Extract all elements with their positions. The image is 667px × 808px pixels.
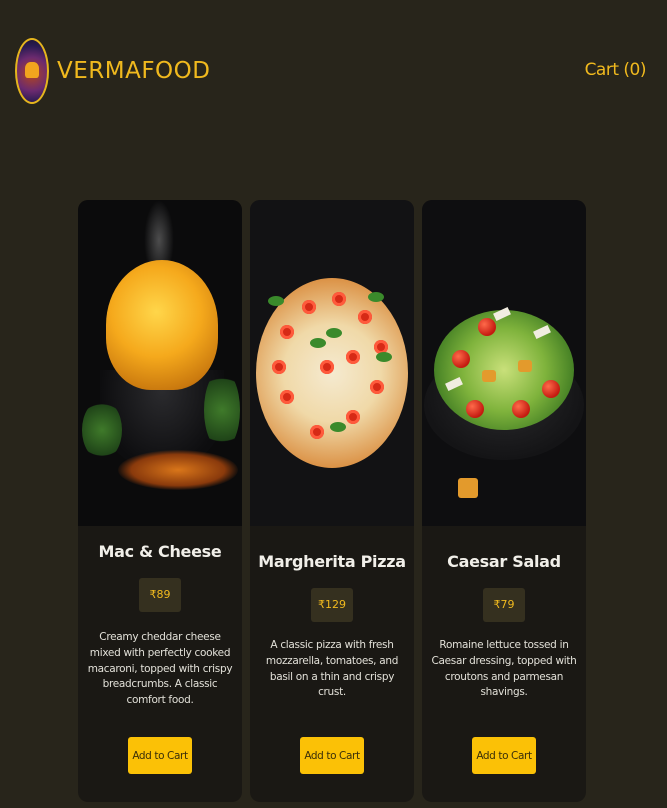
product-description: A classic pizza with fresh mozzarella, t… xyxy=(265,639,399,699)
product-price: ₹79 xyxy=(483,588,525,622)
product-description: Creamy cheddar cheese mixed with perfect… xyxy=(87,631,233,706)
brand-link[interactable]: VERMAFOOD xyxy=(15,38,210,104)
product-image-caesar-salad xyxy=(422,200,586,526)
cart-link[interactable]: Cart (0) xyxy=(585,60,647,80)
product-title: Margherita Pizza xyxy=(258,552,406,571)
product-title: Mac & Cheese xyxy=(98,542,222,561)
product-card: Margherita Pizza ₹129 A classic pizza wi… xyxy=(250,200,414,802)
product-image-margherita-pizza xyxy=(250,200,414,526)
product-price: ₹89 xyxy=(139,578,181,612)
add-to-cart-button[interactable]: Add to Cart xyxy=(472,737,536,774)
logo-icon xyxy=(15,38,49,104)
product-title: Caesar Salad xyxy=(447,552,561,571)
product-card: Mac & Cheese ₹89 Creamy cheddar cheese m… xyxy=(78,200,242,802)
add-to-cart-button[interactable]: Add to Cart xyxy=(300,737,364,774)
product-list: Mac & Cheese ₹89 Creamy cheddar cheese m… xyxy=(78,200,586,802)
product-price: ₹129 xyxy=(311,588,353,622)
product-image-mac-cheese xyxy=(78,200,242,526)
brand-name: VERMAFOOD xyxy=(57,58,211,84)
product-description: Romaine lettuce tossed in Caesar dressin… xyxy=(431,639,577,699)
add-to-cart-button[interactable]: Add to Cart xyxy=(128,737,192,774)
page: VERMAFOOD Cart (0) Mac & Cheese ₹89 Crea… xyxy=(0,0,667,808)
product-card: Caesar Salad ₹79 Romaine lettuce tossed … xyxy=(422,200,586,802)
header: VERMAFOOD Cart (0) xyxy=(0,0,667,140)
